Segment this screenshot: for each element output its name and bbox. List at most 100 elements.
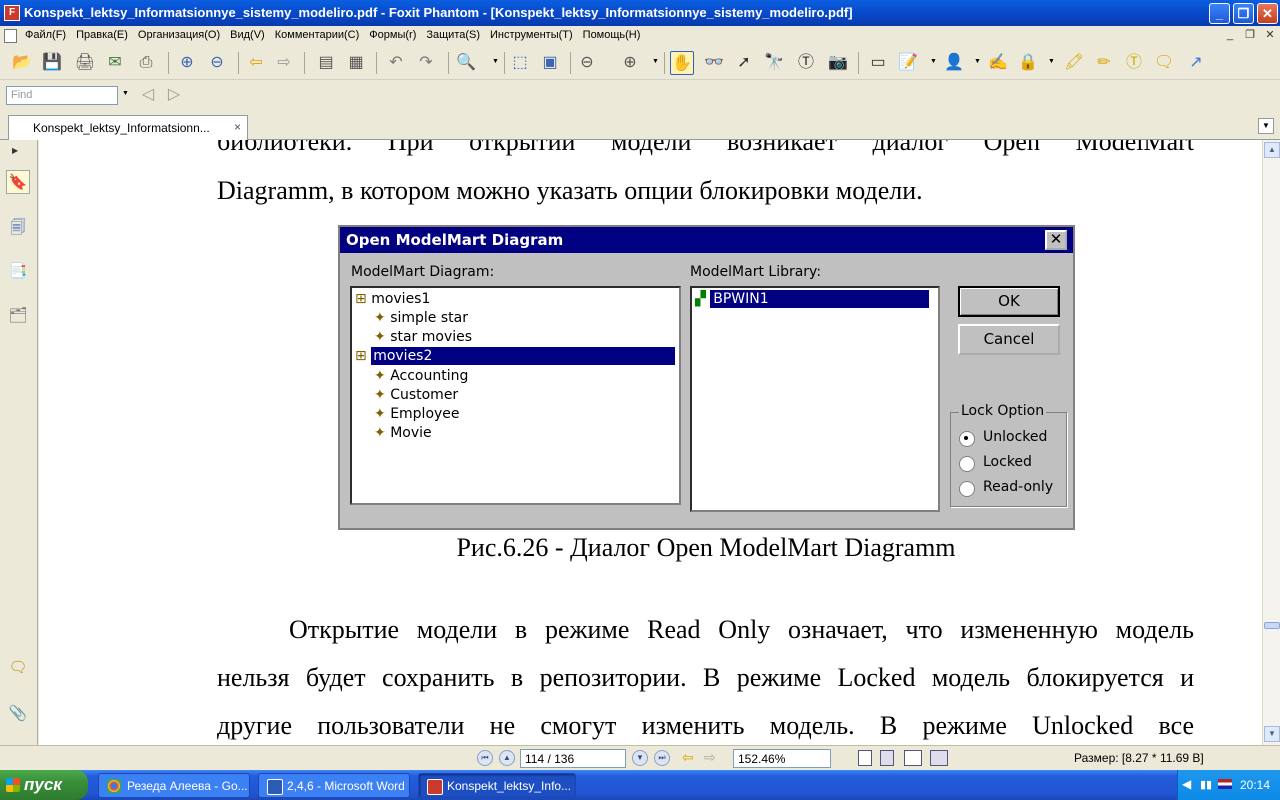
extract-pages-icon[interactable]: ▤ [314,51,338,75]
dialog-title-bar: Open ModelMart Diagram ✕ [340,227,1073,253]
attachments-panel-icon[interactable]: 🗂 [6,304,30,328]
fit-width-icon[interactable]: ⬚ [508,51,532,75]
task-chrome[interactable]: Резеда Алеева - Go... [98,773,250,798]
mdi-close-button[interactable]: ✕ [1262,28,1278,43]
menu-view[interactable]: Вид(V) [225,26,270,44]
find-dropdown-icon[interactable]: ▼ [122,90,129,97]
insert-pages-icon[interactable]: ▦ [344,51,368,75]
menu-protect[interactable]: Защита(S) [421,26,485,44]
lock-dropdown-icon[interactable]: ▼ [1048,58,1055,65]
scroll-up-icon[interactable]: ▲ [1264,142,1280,158]
figure-dialog-open-modelmart: Open ModelMart Diagram ✕ ModelMart Diagr… [338,225,1075,530]
signature-icon[interactable]: ✍ [986,51,1010,75]
lock-icon[interactable]: 🔒 [1016,51,1040,75]
menu-help[interactable]: Помощь(H) [578,26,646,44]
task-foxit[interactable]: Konspekt_lektsy_Info... [418,773,576,798]
menu-file[interactable]: Файл(F) [20,26,71,44]
zoom-in-dropdown-icon[interactable]: ▼ [652,58,659,65]
window-title: Konspekt_lektsy_Informatsionnye_sistemy_… [24,5,853,20]
last-page-icon[interactable]: ⏭ [654,750,670,766]
print-icon[interactable]: 🖨 [73,51,97,75]
scrollbar-thumb[interactable] [1264,622,1280,629]
menu-tools[interactable]: Инструменты(T) [485,26,578,44]
menu-edit[interactable]: Правка(E) [71,26,133,44]
snapshot-icon[interactable]: 📷 [826,51,850,75]
typewriter-icon[interactable]: Ⓣ [1122,51,1146,75]
tree-item: ✦ Customer [374,387,459,403]
title-bar[interactable]: F Konspekt_lektsy_Informatsionnye_sistem… [0,0,1280,26]
paperclip-icon[interactable]: 📎 [6,702,30,726]
find-previous-icon[interactable]: ◁ [136,83,160,107]
next-page-icon[interactable]: ▼ [632,750,648,766]
edit-dropdown-icon[interactable]: ▼ [930,58,937,65]
single-page-view-icon[interactable] [858,750,872,766]
menu-organize[interactable]: Организация(O) [133,26,225,44]
dialog-cancel-button: Cancel [958,324,1060,355]
comments-panel-icon[interactable]: 🗨 [6,656,30,680]
zoom-dropdown-icon[interactable]: ▼ [492,58,499,65]
zoom-field[interactable]: 152.46% [733,749,831,768]
prev-page-icon[interactable]: ⊕ [175,51,199,75]
underline-icon[interactable]: ✏ [1092,51,1116,75]
close-button[interactable]: ✕ [1257,3,1278,24]
bookmarks-icon[interactable]: 🔖 [6,170,30,194]
tab-document[interactable]: Konspekt_lektsy_Informatsionn... × [8,115,248,140]
select-icon[interactable]: ➚ [732,51,756,75]
us-flag-icon[interactable] [1218,779,1232,789]
save-icon[interactable]: 💾 [40,51,64,75]
menu-comments[interactable]: Комментарии(C) [270,26,365,44]
restore-button[interactable]: ❐ [1233,3,1254,24]
highlight-icon[interactable]: 🖍 [1062,51,1086,75]
next-page-icon[interactable]: ⊖ [205,51,229,75]
open-icon[interactable]: 📂 [10,51,34,75]
facing-view-icon[interactable] [904,750,922,766]
select-text-icon[interactable]: Ⓣ [794,51,818,75]
email-icon[interactable]: ✉ [103,51,127,75]
go-forward-icon[interactable]: ⇨ [704,749,716,766]
document-view[interactable]: библиотеки. При открытии модели возникае… [39,140,1262,745]
zoom-icon[interactable]: 🔍 [454,51,478,75]
task-word[interactable]: 2,4,6 - Microsoft Word [258,773,410,798]
tab-close-icon[interactable]: × [234,120,241,134]
continuous-facing-view-icon[interactable] [930,750,948,766]
mdi-restore-button[interactable]: ❐ [1242,28,1258,43]
tab-list-dropdown-icon[interactable]: ▼ [1258,118,1274,134]
find-icon[interactable]: 🔭 [762,51,786,75]
pages-icon[interactable]: 🗐 [6,216,30,240]
find-next-icon[interactable]: ▷ [162,83,186,107]
loupe-icon[interactable]: 👓 [702,51,726,75]
layers-icon[interactable]: 📑 [6,260,30,284]
tray-expand-icon[interactable]: ◀ [1182,777,1191,791]
previous-page-icon[interactable]: ▲ [499,750,515,766]
tree-item: ⊞ movies1 [355,291,431,307]
minimize-button[interactable]: _ [1209,3,1230,24]
network-icon[interactable]: ▮▮ [1200,778,1212,791]
page-number-field[interactable]: 114 / 136 [520,749,626,768]
clock[interactable]: 20:14 [1240,778,1270,792]
hand-tool-icon[interactable]: ✋ [670,51,694,75]
undo-icon[interactable]: ↶ [384,51,408,75]
fit-page-icon[interactable]: ▣ [538,51,562,75]
continuous-view-icon[interactable] [880,750,894,766]
find-input[interactable]: Find [6,86,118,105]
vertical-scrollbar[interactable]: ▲ ▼ [1262,140,1280,745]
stamp-icon[interactable]: 👤 [942,51,966,75]
zoom-out-icon[interactable]: ⊖ [575,51,599,75]
forward-icon[interactable]: ⇨ [272,51,296,75]
start-button[interactable]: пуск [0,770,88,800]
back-icon[interactable]: ⇦ [244,51,268,75]
stamp-dropdown-icon[interactable]: ▼ [974,58,981,65]
go-back-icon[interactable]: ⇦ [682,749,694,766]
redo-icon[interactable]: ↷ [414,51,438,75]
collapse-panel-icon[interactable]: ▶ [12,146,18,155]
arrow-tool-icon[interactable]: ↗ [1184,51,1208,75]
scan-icon[interactable]: ⎙ [134,51,158,75]
zoom-in-icon[interactable]: ⊕ [618,51,642,75]
scroll-down-icon[interactable]: ▼ [1264,726,1280,742]
note-icon[interactable]: 🗨 [1152,51,1176,75]
edit-icon[interactable]: 📝 [896,51,920,75]
menu-forms[interactable]: Формы(r) [364,26,421,44]
mdi-minimize-button[interactable]: _ [1222,28,1238,43]
first-page-icon[interactable]: ⏮ [477,750,493,766]
full-screen-icon[interactable]: ▭ [866,51,890,75]
